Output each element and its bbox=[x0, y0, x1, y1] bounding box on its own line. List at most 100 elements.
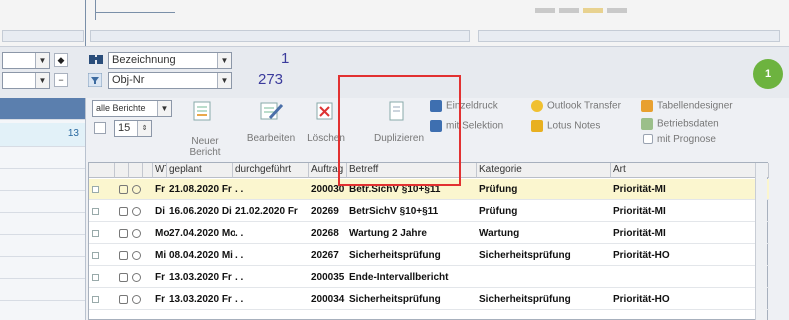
left-horizontal-scrollbar[interactable] bbox=[2, 30, 84, 42]
cell-order: 20268 bbox=[311, 228, 339, 239]
grid-header-icon3[interactable] bbox=[143, 163, 153, 178]
left-row[interactable] bbox=[0, 235, 85, 257]
delete-icon[interactable] bbox=[314, 100, 336, 125]
left-row[interactable] bbox=[0, 279, 85, 301]
grid-vertical-scrollbar[interactable] bbox=[755, 163, 767, 320]
operating-data-button[interactable]: Betriebsdaten bbox=[641, 118, 719, 130]
forecast-checkbox[interactable]: mit Prognose bbox=[643, 134, 716, 145]
clock-icon bbox=[132, 185, 141, 194]
table-designer-icon bbox=[641, 100, 653, 112]
table-row[interactable]: Mo 27.04.2020 Mo. . 20268 Wartung 2 Jahre Wa… bbox=[89, 223, 769, 244]
cell-type bbox=[613, 267, 759, 288]
table-row[interactable]: Fr 13.03.2020 Fr. . 200035 Ende-Intervallbe… bbox=[89, 267, 769, 288]
cell-done: . . bbox=[235, 228, 244, 239]
tree-line bbox=[95, 0, 96, 20]
tree-line bbox=[95, 12, 175, 13]
cell-type: Priorität-HO bbox=[613, 294, 670, 305]
left-combo-2[interactable]: ▼ bbox=[2, 72, 50, 89]
minus-icon[interactable]: − bbox=[54, 73, 68, 87]
cell-planned: 16.06.2020 Di bbox=[169, 206, 232, 217]
cell-order: 20267 bbox=[311, 250, 339, 261]
binoculars-icon[interactable] bbox=[88, 51, 104, 67]
field-select-2[interactable]: Obj-Nr ▼ bbox=[108, 72, 232, 89]
cell-subject: Sicherheitsprüfung bbox=[349, 294, 441, 305]
cell-planned: 21.08.2020 Fr bbox=[169, 184, 232, 195]
left-panel: 13 bbox=[0, 98, 85, 320]
table-row[interactable]: Fr 13.03.2020 Fr. . 200034 Sicherheitsprüfu… bbox=[89, 289, 769, 310]
cell-done: . . bbox=[235, 250, 244, 261]
expand-icon[interactable] bbox=[92, 252, 99, 259]
field-select-2-value: Obj-Nr bbox=[112, 74, 145, 86]
grid-header-expander[interactable] bbox=[89, 163, 115, 178]
count-spinner-value: 15 bbox=[118, 122, 131, 134]
table-row[interactable]: Mi 08.04.2020 Mi. . 20267 Sicherheitsprüfun… bbox=[89, 245, 769, 266]
edit-button[interactable]: Bearbeiten bbox=[246, 133, 296, 144]
filter-checkbox[interactable] bbox=[94, 122, 106, 134]
clock-icon bbox=[132, 207, 141, 216]
lock-icon bbox=[119, 185, 128, 194]
cell-order: 20269 bbox=[311, 206, 339, 217]
outlook-transfer-button[interactable]: Outlook Transfer bbox=[531, 100, 621, 112]
user-badge[interactable]: 1 bbox=[753, 59, 783, 89]
forecast-label: mit Prognose bbox=[657, 134, 716, 145]
grid-header-type[interactable]: Art bbox=[611, 163, 769, 178]
expand-icon[interactable] bbox=[92, 274, 99, 281]
cell-subject: BetrSichV §10+§11 bbox=[349, 206, 439, 217]
filter-icon[interactable] bbox=[87, 72, 103, 88]
grid-header-icon1[interactable] bbox=[115, 163, 129, 178]
left-selected-row[interactable]: 13 bbox=[0, 123, 85, 147]
field-select-1[interactable]: Bezeichnung ▼ bbox=[108, 52, 232, 69]
grid-header-done[interactable]: durchgeführt bbox=[233, 163, 309, 178]
right-horizontal-scrollbar[interactable] bbox=[478, 30, 780, 42]
clock-icon bbox=[132, 295, 141, 304]
grid-header-wt[interactable]: WT bbox=[153, 163, 167, 178]
lock-icon bbox=[119, 251, 128, 260]
left-row[interactable] bbox=[0, 191, 85, 213]
left-row[interactable] bbox=[0, 213, 85, 235]
diamond-icon[interactable]: ◆ bbox=[54, 53, 68, 67]
cell-done: . . bbox=[235, 184, 244, 195]
lock-icon bbox=[119, 207, 128, 216]
checkbox-box bbox=[643, 134, 653, 145]
edit-icon[interactable] bbox=[258, 100, 284, 125]
cell-subject: Sicherheitsprüfung bbox=[349, 250, 441, 261]
new-report-icon[interactable] bbox=[191, 100, 215, 125]
timeline-chip bbox=[607, 8, 627, 13]
expand-icon[interactable] bbox=[92, 208, 99, 215]
left-row[interactable] bbox=[0, 169, 85, 191]
cell-done: 21.02.2020 Fr bbox=[235, 206, 298, 217]
report-filter-select[interactable]: alle Berichte ▼ bbox=[92, 100, 172, 117]
clock-icon bbox=[132, 273, 141, 282]
cell-category: Prüfung bbox=[479, 206, 518, 217]
highlight-box bbox=[338, 75, 461, 186]
grid-header-category[interactable]: Kategorie bbox=[477, 163, 611, 178]
left-selected-value: 13 bbox=[67, 128, 79, 139]
table-row[interactable]: Di 16.06.2020 Di 21.02.2020 Fr 20269 BetrSic… bbox=[89, 201, 769, 222]
lotus-notes-button[interactable]: Lotus Notes bbox=[531, 120, 600, 132]
left-combo-1[interactable]: ▼ bbox=[2, 52, 50, 69]
count-spinner[interactable]: 15 ⇕ bbox=[114, 120, 152, 137]
clock-icon bbox=[132, 251, 141, 260]
table-designer-label: Tabellendesigner bbox=[657, 100, 733, 112]
expand-icon[interactable] bbox=[92, 296, 99, 303]
new-report-button[interactable]: Neuer Bericht bbox=[185, 136, 225, 158]
grid-header-icon2[interactable] bbox=[129, 163, 143, 178]
cell-type: Priorität-MI bbox=[613, 184, 666, 195]
expand-icon[interactable] bbox=[92, 186, 99, 193]
cell-planned: 08.04.2020 Mi bbox=[169, 250, 233, 261]
cell-category bbox=[479, 267, 613, 288]
table-designer-button[interactable]: Tabellendesigner bbox=[641, 100, 733, 112]
timeline-chip bbox=[559, 8, 579, 13]
cell-wt: Fr bbox=[155, 294, 165, 305]
cell-wt: Mo bbox=[155, 228, 169, 239]
spinner-arrows-icon: ⇕ bbox=[137, 121, 151, 136]
left-row[interactable] bbox=[0, 257, 85, 279]
left-row[interactable] bbox=[0, 147, 85, 169]
count-bottom: 273 bbox=[258, 71, 284, 88]
chevron-down-icon: ▼ bbox=[217, 73, 231, 88]
middle-horizontal-scrollbar[interactable] bbox=[90, 30, 470, 42]
cell-category: Sicherheitsprüfung bbox=[479, 294, 571, 305]
lotus-notes-label: Lotus Notes bbox=[547, 120, 601, 132]
expand-icon[interactable] bbox=[92, 230, 99, 237]
grid-header-planned[interactable]: geplant bbox=[167, 163, 233, 178]
